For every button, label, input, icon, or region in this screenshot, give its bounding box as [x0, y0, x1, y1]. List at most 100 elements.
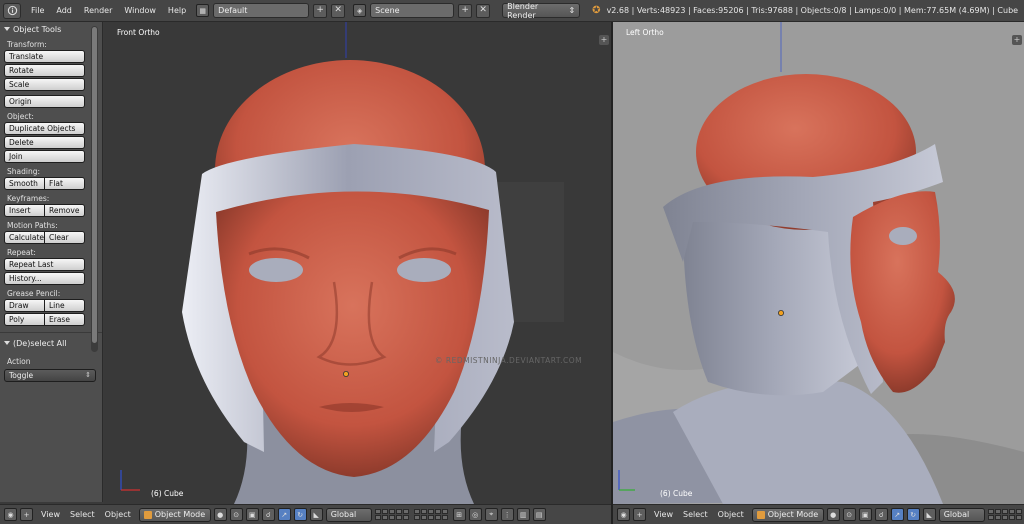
viewport-expand-icon[interactable]: +	[1012, 35, 1022, 45]
left-view-model	[613, 22, 1024, 504]
transform-orientation-select[interactable]: Global	[938, 507, 985, 522]
grease-row-1: Draw Line	[4, 299, 85, 312]
menu-render[interactable]: Render	[78, 6, 118, 15]
operator-panel-header[interactable]: (De)select All	[0, 336, 102, 350]
orientation-label: Global	[943, 510, 970, 519]
origin-button[interactable]: Origin	[4, 95, 85, 108]
pivot-align-icon[interactable]: ▣	[858, 508, 872, 521]
tool-shelf-scrollbar[interactable]	[91, 26, 98, 352]
render-anim-icon[interactable]: ▤	[532, 508, 546, 521]
render-preview-icon[interactable]: ▥	[516, 508, 530, 521]
scrollbar-thumb[interactable]	[92, 27, 97, 343]
collapse-triangle-icon	[4, 27, 10, 31]
snap-icon[interactable]: ⌖	[484, 508, 498, 521]
poly-button[interactable]: Poly	[4, 313, 45, 326]
scale-button[interactable]: Scale	[4, 78, 85, 91]
screen-layout-icon[interactable]: ▦	[196, 4, 210, 17]
viewport-shading-icon[interactable]: ●	[213, 508, 227, 521]
menu-view[interactable]: View	[36, 510, 65, 519]
plus-icon: +	[461, 5, 469, 15]
calculate-button[interactable]: Calculate	[4, 231, 46, 244]
toggle-menus-icon[interactable]: +	[633, 508, 646, 521]
viewport-shading-icon[interactable]: ●	[826, 508, 840, 521]
scene-icon[interactable]: ◈	[353, 4, 367, 17]
menu-add[interactable]: Add	[50, 6, 78, 15]
add-scene-button[interactable]: +	[458, 3, 473, 18]
view3d-menu-right: View Select Object	[649, 510, 749, 519]
line-button[interactable]: Line	[45, 299, 85, 312]
add-layout-button[interactable]: +	[313, 3, 328, 18]
insert-keyframe-button[interactable]: Insert	[4, 204, 45, 217]
editor-type-button[interactable]	[3, 2, 21, 19]
menu-help[interactable]: Help	[162, 6, 192, 15]
editor-type-3d-icon[interactable]: ◉	[4, 508, 17, 521]
repeat-last-button[interactable]: Repeat Last	[4, 258, 85, 271]
snap-element-icon[interactable]: ⋮	[500, 508, 514, 521]
duplicate-objects-button[interactable]: Duplicate Objects	[4, 122, 85, 135]
proportional-edit-icon[interactable]: ◎	[468, 508, 482, 521]
translate-manipulator-icon[interactable]: ↗	[890, 508, 904, 521]
transform-label: Transform:	[7, 40, 47, 49]
scale-manipulator-icon[interactable]: ◣	[309, 508, 323, 521]
manipulator-toggle-icon[interactable]: ☌	[874, 508, 888, 521]
menu-select[interactable]: Select	[678, 510, 713, 519]
menu-object[interactable]: Object	[100, 510, 136, 519]
erase-button[interactable]: Erase	[45, 313, 85, 326]
flat-button[interactable]: Flat	[45, 177, 85, 190]
info-icon	[7, 5, 17, 16]
join-button[interactable]: Join	[4, 150, 85, 163]
editor-type-3d-icon[interactable]: ◉	[617, 508, 630, 521]
menu-object[interactable]: Object	[713, 510, 749, 519]
smooth-button[interactable]: Smooth	[4, 177, 45, 190]
render-engine-select[interactable]: Blender Render ⇕	[502, 1, 581, 20]
rotate-manipulator-icon[interactable]: ↻	[293, 508, 307, 521]
menu-view[interactable]: View	[649, 510, 678, 519]
pivot-align-icon[interactable]: ▣	[245, 508, 259, 521]
left-object-name: (6) Cube	[660, 489, 693, 498]
menu-file[interactable]: File	[25, 6, 50, 15]
translate-manipulator-icon[interactable]: ↗	[277, 508, 291, 521]
manipulator-toggle-icon[interactable]: ☌	[261, 508, 275, 521]
shading-row: Smooth Flat	[4, 177, 85, 190]
render-engine-label: Blender Render	[507, 1, 539, 20]
scale-manipulator-icon[interactable]: ◣	[922, 508, 936, 521]
grease-pencil-label: Grease Pencil:	[7, 289, 61, 298]
lock-camera-icon[interactable]: ⊞	[452, 508, 466, 521]
motion-paths-row: Calculate Clear	[4, 231, 85, 244]
history-button[interactable]: History...	[4, 272, 85, 285]
translate-button[interactable]: Translate	[4, 50, 85, 63]
clear-button[interactable]: Clear	[45, 231, 85, 244]
motion-paths-label: Motion Paths:	[7, 221, 58, 230]
screen-layout-field[interactable]: Default	[213, 3, 310, 18]
menu-select[interactable]: Select	[65, 510, 100, 519]
left-viewport[interactable]: Left Ortho + (6) Cube	[613, 22, 1024, 504]
rotate-button[interactable]: Rotate	[4, 64, 85, 77]
action-select[interactable]: Toggle ⇕	[4, 369, 96, 382]
object-tools-panel-header[interactable]: Object Tools	[0, 22, 102, 36]
layer-buttons-2[interactable]	[413, 508, 450, 521]
rotate-manipulator-icon[interactable]: ↻	[906, 508, 920, 521]
layer-buttons[interactable]	[374, 508, 411, 521]
remove-layout-button[interactable]: ✕	[331, 3, 346, 18]
delete-button[interactable]: Delete	[4, 136, 85, 149]
pivot-point-icon[interactable]: ⊙	[842, 508, 856, 521]
toggle-menus-icon[interactable]: +	[20, 508, 33, 521]
plus-icon: +	[316, 5, 324, 15]
remove-keyframe-button[interactable]: Remove	[45, 204, 85, 217]
close-icon: ✕	[334, 5, 342, 15]
object-mode-select[interactable]: Object Mode	[138, 507, 211, 522]
pivot-point-icon[interactable]: ⊙	[229, 508, 243, 521]
draw-button[interactable]: Draw	[4, 299, 45, 312]
info-header: File Add Render Window Help ▦ Default + …	[0, 0, 1024, 22]
front-viewport[interactable]: Front Ortho + © REDMISTNINJA.DEVIANTART.…	[104, 22, 611, 504]
object-mode-label: Object Mode	[767, 510, 819, 519]
layer-buttons[interactable]	[987, 508, 1024, 521]
object-mode-select[interactable]: Object Mode	[751, 507, 824, 522]
viewport-expand-icon[interactable]: +	[599, 35, 609, 45]
scene-field[interactable]: Scene	[370, 3, 455, 18]
menu-window[interactable]: Window	[118, 6, 162, 15]
transform-orientation-select[interactable]: Global	[325, 507, 372, 522]
remove-scene-button[interactable]: ✕	[476, 3, 491, 18]
orientation-label: Global	[330, 510, 357, 519]
view3d-menu: View Select Object	[36, 510, 136, 519]
